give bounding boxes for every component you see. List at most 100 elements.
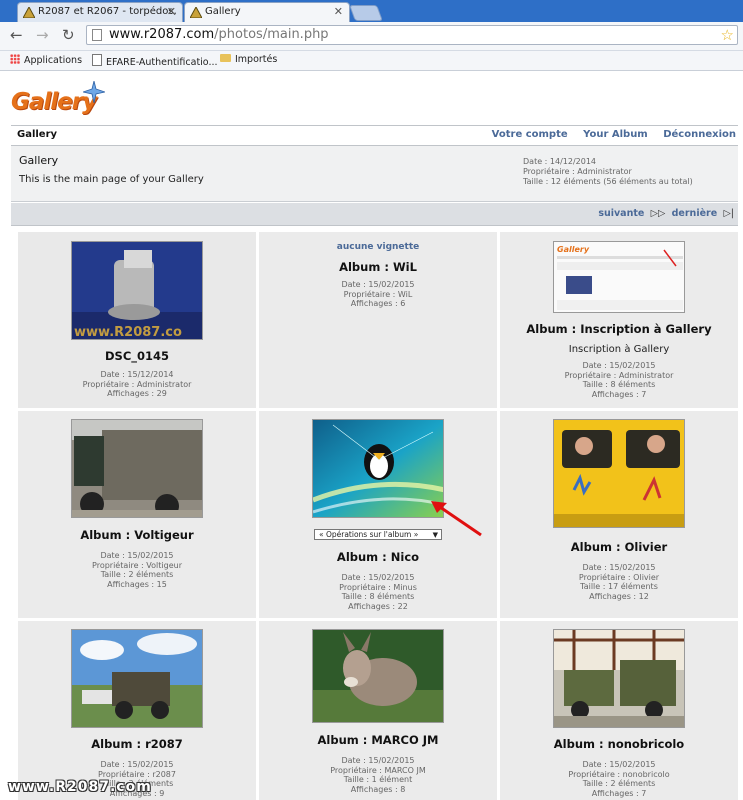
meta-line: Date : 15/02/2015 — [582, 563, 656, 572]
svg-text:Gallery: Gallery — [557, 245, 590, 254]
album-item: aucune vignette Album : WiL Date : 15/02… — [259, 232, 497, 408]
bookmark-importes[interactable]: Importés — [220, 54, 277, 65]
bookmark-efare[interactable]: EFARE-Authentificatio... — [92, 54, 218, 68]
meta-line: Propriétaire : Administrator — [564, 370, 674, 380]
url-host: www.r2087.com — [109, 27, 215, 42]
meta-line: Date : 15/12/2014 — [100, 370, 174, 379]
album-thumbnail[interactable]: www.R2087.co — [71, 241, 203, 340]
album-meta: Date : 15/02/2015 Propriétaire : Olivier… — [500, 563, 738, 601]
album-meta: Date : 15/02/2015 Propriétaire : MARCO J… — [259, 756, 497, 794]
tab-label: Gallery — [205, 6, 241, 17]
meta-line: Propriétaire : Olivier — [578, 572, 660, 582]
album-title[interactable]: Album : WiL — [259, 260, 497, 274]
meta-line: Date : 15/02/2015 — [582, 760, 656, 769]
close-tab-icon[interactable]: ✕ — [167, 5, 176, 18]
album-meta: Date : 15/02/2015 Propriétaire : Minus T… — [259, 573, 497, 611]
album-meta: Date : 15/02/2015 Propriétaire : WiL Aff… — [259, 280, 497, 309]
meta-line: Taille : 2 éléments — [582, 779, 656, 789]
reload-icon[interactable]: ↻ — [62, 26, 75, 44]
meta-line: Propriétaire : Administrator — [82, 379, 192, 389]
warning-triangle-icon — [23, 7, 35, 18]
item-title[interactable]: DSC_0145 — [18, 349, 256, 363]
pager-bar: suivante ▷▷ dernière ▷| — [11, 203, 738, 226]
tab-label: R2087 et R2067 - torpédos, — [38, 6, 177, 17]
bookmarks-bar: Applications EFARE-Authentificatio... Im… — [0, 51, 743, 71]
logout-link[interactable]: Déconnexion — [663, 129, 736, 140]
album-title[interactable]: Album : r2087 — [18, 737, 256, 751]
tab-strip: R2087 et R2067 - torpédos, ✕ Gallery ✕ — [0, 0, 743, 22]
album-actions-dropdown[interactable]: « Opérations sur l'album » ▼ — [314, 529, 442, 540]
gallery-info: Gallery This is the main page of your Ga… — [11, 146, 738, 202]
sparkle-icon — [83, 81, 105, 103]
meta-line: Affichages : 7 — [591, 389, 647, 399]
apps-grid-icon — [10, 54, 20, 64]
address-bar[interactable]: www.r2087.com/photos/main.php ☆ — [86, 25, 738, 45]
album-item: « Opérations sur l'album » ▼ Album : Nic… — [259, 411, 497, 618]
album-title[interactable]: Album : Inscription à Gallery — [500, 322, 738, 336]
close-tab-icon[interactable]: ✕ — [334, 5, 343, 18]
thumbnail-image — [72, 420, 202, 517]
album-title[interactable]: Album : MARCO JM — [259, 733, 497, 747]
warning-triangle-icon — [190, 7, 202, 18]
thumbnail-image: www.R2087.co — [72, 242, 202, 339]
gallery-header-bar: Gallery Votre compte Your Album Déconnex… — [11, 125, 738, 146]
album-item: Album : r2087 Date : 15/02/2015 Propriét… — [18, 621, 256, 800]
meta-line: Date : 15/02/2015 — [582, 361, 656, 370]
bookmark-label: EFARE-Authentificatio... — [106, 57, 218, 68]
meta-line: Affichages : 6 — [350, 299, 406, 309]
album-title[interactable]: Album : Voltigeur — [18, 528, 256, 542]
meta-line: Date : 15/02/2015 — [341, 280, 415, 289]
next-arrow-icon[interactable]: ▷▷ — [648, 208, 669, 219]
meta-line: Taille : 8 éléments — [582, 380, 656, 390]
meta-line: Propriétaire : WiL — [343, 289, 413, 299]
next-page-link[interactable]: suivante — [598, 208, 644, 219]
bookmark-applications[interactable]: Applications — [10, 54, 82, 66]
back-arrow-icon[interactable]: ← — [10, 26, 23, 44]
tab-gallery[interactable]: Gallery ✕ — [184, 2, 350, 22]
no-thumbnail-label[interactable]: aucune vignette — [259, 242, 497, 252]
album-grid: www.R2087.co DSC_0145 Date : 15/12/2014 … — [18, 232, 738, 800]
album-title[interactable]: Album : Nico — [259, 550, 497, 564]
thumbnail-image: Gallery — [554, 242, 684, 312]
meta-line: Taille : 17 éléments — [580, 582, 658, 592]
gallery-logo[interactable]: Gallery — [11, 81, 105, 121]
last-arrow-icon[interactable]: ▷| — [720, 208, 734, 219]
gallery-name: Gallery — [19, 154, 59, 167]
meta-line: Propriétaire : MARCO JM — [330, 765, 426, 775]
meta-line: Affichages : 22 — [348, 601, 408, 611]
meta-line: Date : 15/02/2015 — [341, 573, 415, 582]
new-tab-button[interactable] — [349, 5, 383, 21]
thumbnail-image — [313, 420, 443, 517]
album-title[interactable]: Album : Olivier — [500, 540, 738, 554]
chevron-down-icon: ▼ — [432, 531, 438, 539]
album-thumbnail[interactable] — [312, 419, 444, 518]
header-links: Votre compte Your Album Déconnexion — [480, 129, 736, 140]
album-item: Gallery Album : Inscription à Gallery In… — [500, 232, 738, 408]
bookmark-star-icon[interactable]: ☆ — [721, 26, 734, 44]
folder-icon — [220, 54, 231, 62]
meta-line: Affichages : 12 — [589, 591, 649, 601]
album-item: Album : Olivier Date : 15/02/2015 Propri… — [500, 411, 738, 618]
thumbnail-image — [554, 630, 684, 727]
album-thumbnail[interactable] — [312, 629, 444, 723]
meta-line: Taille : 2 éléments — [100, 570, 174, 580]
your-album-link[interactable]: Your Album — [583, 129, 648, 140]
album-thumbnail[interactable]: Gallery — [553, 241, 685, 313]
tab-r2087[interactable]: R2087 et R2067 - torpédos, ✕ — [17, 2, 183, 22]
album-thumbnail[interactable] — [71, 629, 203, 728]
album-thumbnail[interactable] — [71, 419, 203, 518]
album-thumbnail[interactable] — [553, 629, 685, 728]
meta-line: Propriétaire : r2087 — [98, 769, 176, 779]
thumbnail-image — [72, 630, 202, 727]
thumbnail-image — [313, 630, 443, 722]
album-thumbnail[interactable] — [553, 419, 685, 528]
album-title[interactable]: Album : nonobricolo — [500, 737, 738, 751]
album-subtitle: Inscription à Gallery — [568, 344, 670, 355]
album-item: Album : MARCO JM Date : 15/02/2015 Propr… — [259, 621, 497, 800]
page-title: Gallery — [17, 129, 58, 140]
gallery-date: Date : 14/12/2014 — [523, 157, 597, 166]
account-link[interactable]: Votre compte — [492, 129, 568, 140]
forward-arrow-icon[interactable]: → — [36, 26, 49, 44]
last-page-link[interactable]: dernière — [672, 208, 718, 219]
album-meta: Date : 15/02/2015 Propriétaire : nonobri… — [500, 760, 738, 798]
